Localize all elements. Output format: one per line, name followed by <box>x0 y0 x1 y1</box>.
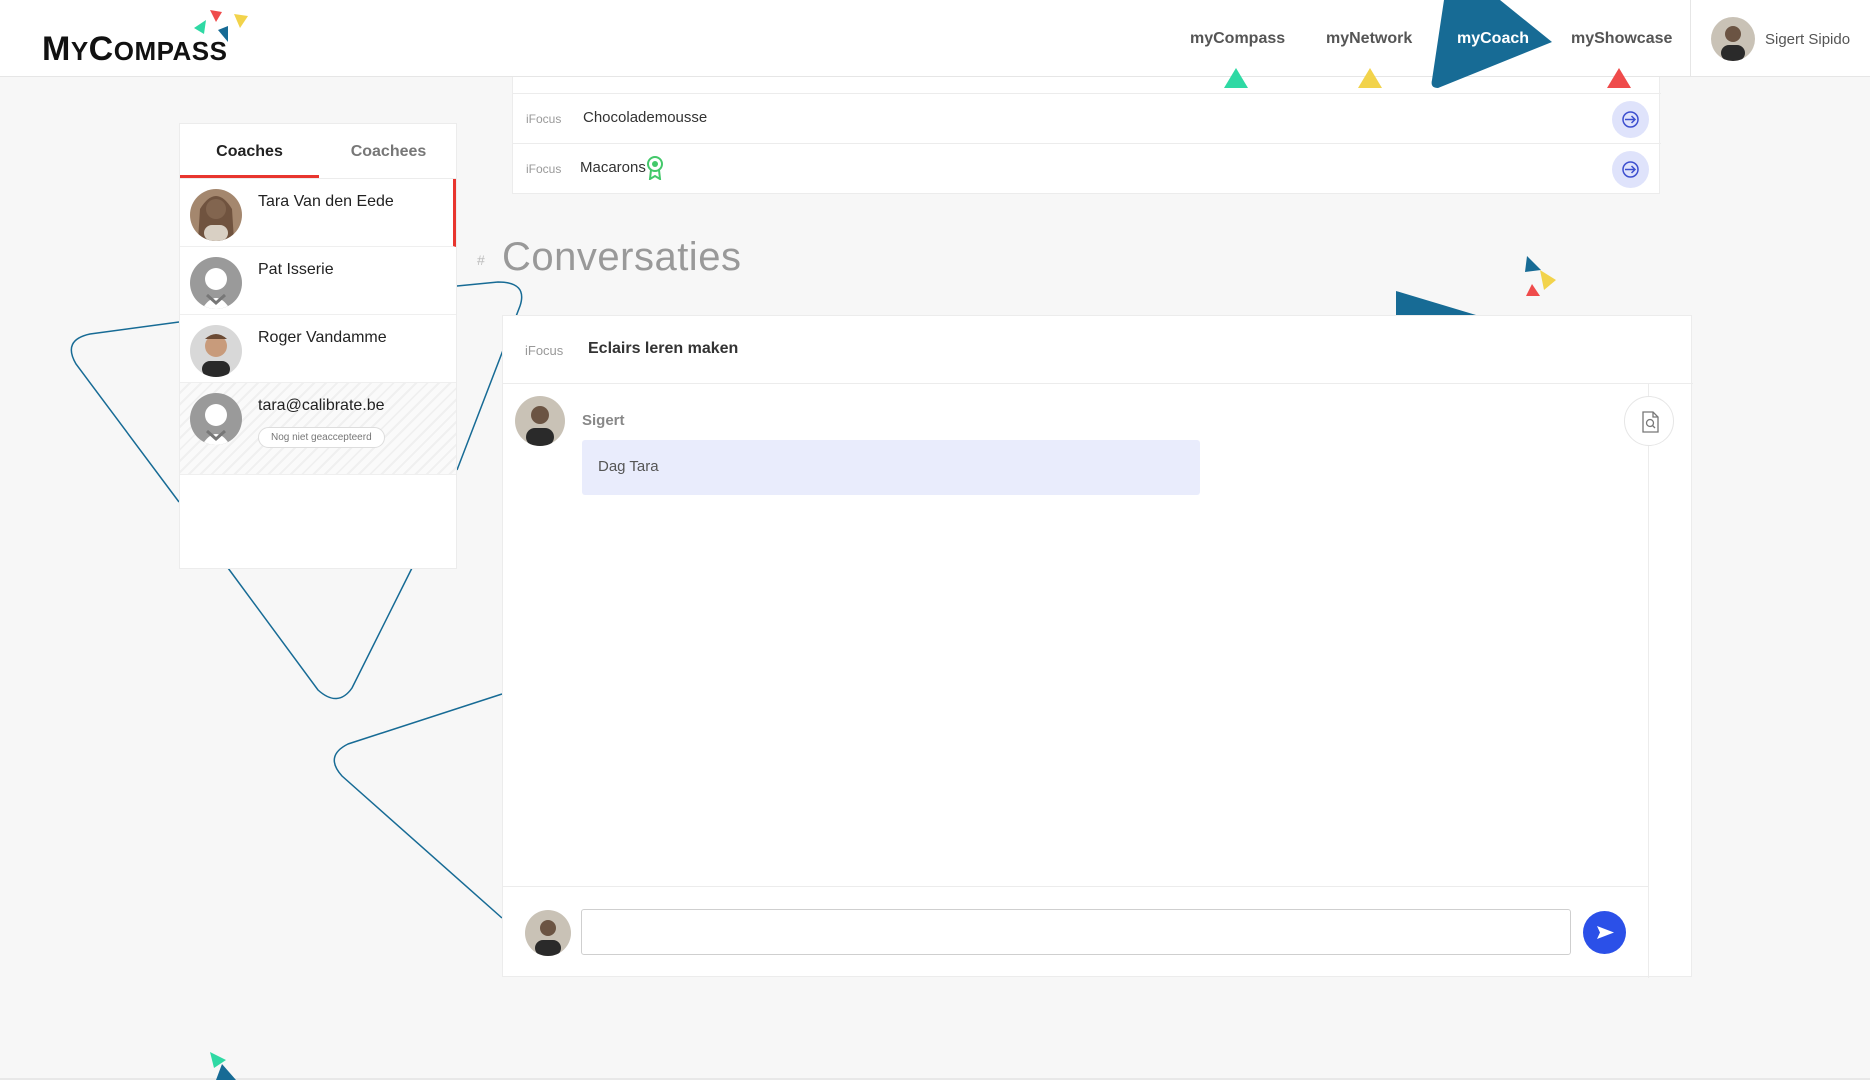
avatar <box>525 910 571 956</box>
logo-triangles-icon <box>194 10 248 42</box>
send-icon <box>1597 926 1614 939</box>
coach-item-roger[interactable]: Roger Vandamme <box>180 315 456 383</box>
coach-avatar-placeholder <box>190 393 242 445</box>
ifocus-tag: iFocus <box>525 343 564 358</box>
coaches-panel: Coaches Coachees Tara Van den Eede Pat I… <box>179 123 457 569</box>
message-input[interactable] <box>581 909 1571 955</box>
ifocus-title: Chocolademousse <box>583 109 708 126</box>
page-title: Conversaties <box>502 235 742 279</box>
user-name: Sigert Sipido <box>1765 31 1851 48</box>
ifocus-tag: iFocus <box>526 112 562 126</box>
list-item[interactable]: iFocus Macarons <box>513 143 1661 193</box>
section-hash: # <box>477 252 485 268</box>
coach-name: Pat Isserie <box>258 261 334 278</box>
top-header: MYCOMPASS myCompass myNetwork myCoach my… <box>0 0 1870 88</box>
message-author: Sigert <box>582 412 625 429</box>
status-badge: Nog niet geaccepteerd <box>258 427 385 448</box>
conversation-header: iFocus Eclairs leren maken <box>503 316 1693 384</box>
open-arrow-icon[interactable] <box>1612 101 1649 138</box>
nav-mycompass[interactable]: myCompass <box>1190 30 1285 48</box>
ifocus-tag: iFocus <box>526 162 562 176</box>
nav-marker-myshowcase-icon <box>1607 68 1631 88</box>
nav-mycoach[interactable]: myCoach <box>1457 30 1529 48</box>
conversation-card: iFocus Eclairs leren maken Sigert Dag Ta… <box>502 315 1693 978</box>
message-bubble: Dag Tara <box>582 440 1200 495</box>
coach-avatar <box>190 325 242 377</box>
coach-item-tara[interactable]: Tara Van den Eede <box>180 179 456 247</box>
nav-mynetwork[interactable]: myNetwork <box>1326 30 1412 48</box>
award-badge-icon <box>647 156 663 180</box>
document-search-button[interactable] <box>1624 396 1674 446</box>
nav-marker-mycompass-icon <box>1224 68 1248 88</box>
user-menu[interactable]: Sigert Sipido <box>1690 0 1870 77</box>
open-arrow-icon[interactable] <box>1612 151 1649 188</box>
message-thread: Sigert Dag Tara <box>503 384 1649 886</box>
coach-item-pending[interactable]: tara@calibrate.be Nog niet geaccepteerd <box>180 383 456 475</box>
tab-coachees[interactable]: Coachees <box>319 124 458 179</box>
send-button[interactable] <box>1583 911 1626 954</box>
message-composer <box>503 886 1649 978</box>
list-item[interactable]: iFocus Chocolademousse <box>513 93 1661 143</box>
tab-coaches[interactable]: Coaches <box>180 124 319 178</box>
coach-name: tara@calibrate.be <box>258 397 385 414</box>
coach-avatar-placeholder <box>190 257 242 309</box>
nav-marker-mynetwork-icon <box>1358 68 1382 88</box>
coach-name: Tara Van den Eede <box>258 193 394 210</box>
nav-myshowcase[interactable]: myShowcase <box>1571 30 1672 48</box>
avatar <box>515 396 565 446</box>
coach-avatar <box>190 189 242 241</box>
document-search-icon <box>1642 411 1659 433</box>
ifocus-list: iFocus Chocolademousse iFocus Macarons <box>512 77 1661 194</box>
coach-item-pat[interactable]: Pat Isserie <box>180 247 456 315</box>
conversation-title: Eclairs leren maken <box>588 340 739 357</box>
user-avatar <box>1711 17 1755 61</box>
coach-tabs: Coaches Coachees <box>180 124 456 179</box>
coach-name: Roger Vandamme <box>258 329 387 346</box>
ifocus-title: Macarons <box>580 159 646 176</box>
